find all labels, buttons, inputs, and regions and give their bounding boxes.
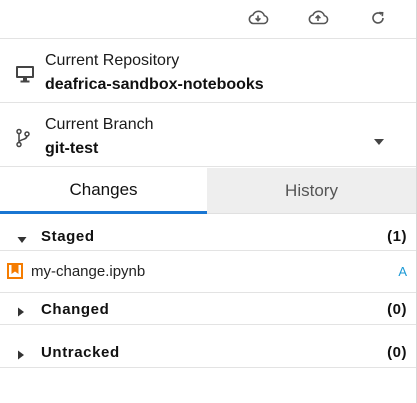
- cloud-upload-icon: [308, 10, 329, 25]
- file-name: my-change.ipynb: [31, 263, 146, 280]
- caret-down-icon: [17, 231, 27, 249]
- caret-right-icon: [17, 304, 25, 322]
- notebook-icon: [7, 263, 23, 284]
- cloud-download-icon: [248, 10, 269, 25]
- untracked-section-header[interactable]: Untracked (0): [0, 336, 416, 368]
- current-repository[interactable]: Current Repository deafrica-sandbox-note…: [0, 40, 416, 103]
- changed-title: Changed: [41, 301, 110, 318]
- branch-name: git-test: [45, 140, 99, 157]
- file-status-badge: A: [398, 264, 407, 279]
- pull-button[interactable]: [246, 8, 270, 28]
- staged-count: (1): [387, 228, 407, 245]
- git-panel: Current Repository deafrica-sandbox-note…: [0, 0, 417, 403]
- current-branch[interactable]: Current Branch git-test: [0, 104, 416, 167]
- changed-count: (0): [387, 301, 407, 318]
- list-item[interactable]: my-change.ipynb A: [0, 251, 416, 293]
- caret-right-icon: [17, 347, 25, 365]
- push-button[interactable]: [306, 8, 330, 28]
- tab-bar: Changes History: [0, 168, 416, 214]
- changed-section-header[interactable]: Changed (0): [0, 294, 416, 325]
- refresh-button[interactable]: [366, 8, 390, 28]
- repository-label: Current Repository: [45, 52, 180, 69]
- untracked-count: (0): [387, 344, 407, 361]
- staged-title: Staged: [41, 228, 95, 245]
- git-branch-icon: [15, 128, 31, 153]
- staged-section-header[interactable]: Staged (1): [0, 222, 416, 251]
- desktop-icon: [15, 65, 35, 88]
- tab-changes[interactable]: Changes: [0, 168, 207, 214]
- refresh-icon: [372, 11, 384, 24]
- caret-down-icon[interactable]: [373, 133, 385, 151]
- git-toolbar: [0, 0, 416, 39]
- untracked-title: Untracked: [41, 344, 120, 361]
- tab-history[interactable]: History: [207, 168, 416, 214]
- repository-name: deafrica-sandbox-notebooks: [45, 76, 264, 93]
- branch-label: Current Branch: [45, 116, 154, 133]
